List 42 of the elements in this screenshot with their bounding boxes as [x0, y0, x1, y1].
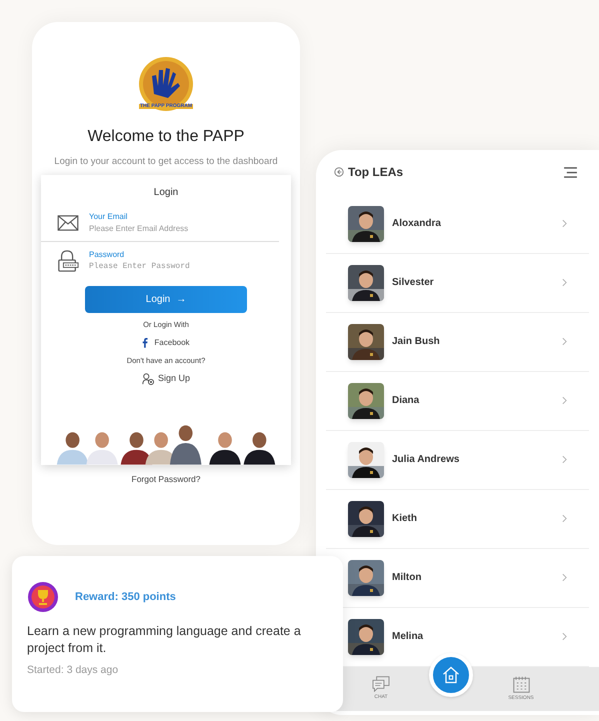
envelope-icon — [57, 214, 79, 231]
forgot-password-link[interactable]: Forgot Password? — [132, 473, 200, 486]
lea-name[interactable]: Milton — [392, 570, 422, 585]
menu-icon — [564, 166, 577, 178]
chevron-icon — [562, 514, 567, 523]
facebook-link[interactable]: Facebook — [142, 336, 190, 348]
lea-name[interactable]: Melina — [392, 629, 424, 644]
signup-link[interactable]: Sign Up — [142, 372, 190, 386]
house-icon — [441, 664, 461, 685]
lea-name[interactable]: Silvester — [392, 275, 434, 290]
lea-name[interactable]: Kieth — [392, 511, 417, 526]
login-button[interactable]: Login → — [85, 286, 247, 314]
logo-icon — [138, 56, 194, 112]
chevron-icon — [562, 455, 567, 464]
facebook-icon — [142, 337, 148, 348]
chat-icon — [372, 676, 390, 692]
chevron-icon — [562, 337, 567, 346]
calendar-icon — [512, 676, 530, 692]
trophy-icon — [27, 581, 59, 613]
chevron-icon — [562, 219, 567, 228]
password-field[interactable]: Please Enter Password — [89, 261, 259, 274]
lea-name[interactable]: Diana — [392, 393, 420, 408]
chevron-icon — [562, 396, 567, 405]
chevron-icon — [562, 632, 567, 641]
add-user-icon — [142, 372, 154, 384]
field-label: Password — [89, 249, 126, 262]
email-field[interactable]: Please Enter Email Address — [89, 222, 259, 235]
started-text: Started: 3 days ago — [27, 663, 120, 678]
welcome-title: Welcome to the PAPP — [88, 129, 244, 145]
chevron-icon — [562, 573, 567, 582]
screen-title: Top LEAs — [348, 164, 404, 182]
subtitle-text: Login to your account to get access to the dashboard — [54, 155, 278, 169]
back-icon — [334, 167, 344, 178]
reward-points: Reward: 350 points — [75, 590, 176, 605]
padlock-icon — [57, 250, 79, 272]
lea-name[interactable]: Jain Bush — [392, 334, 440, 349]
login-heading: Login — [154, 186, 178, 200]
task-description: Learn a new programming language and create a project from it. — [27, 623, 302, 657]
lea-name[interactable]: Aloxandra — [392, 216, 441, 231]
chevron-icon — [562, 278, 567, 287]
field-label: Your Email — [89, 210, 128, 223]
lea-name[interactable]: Julia Andrews — [392, 452, 460, 467]
